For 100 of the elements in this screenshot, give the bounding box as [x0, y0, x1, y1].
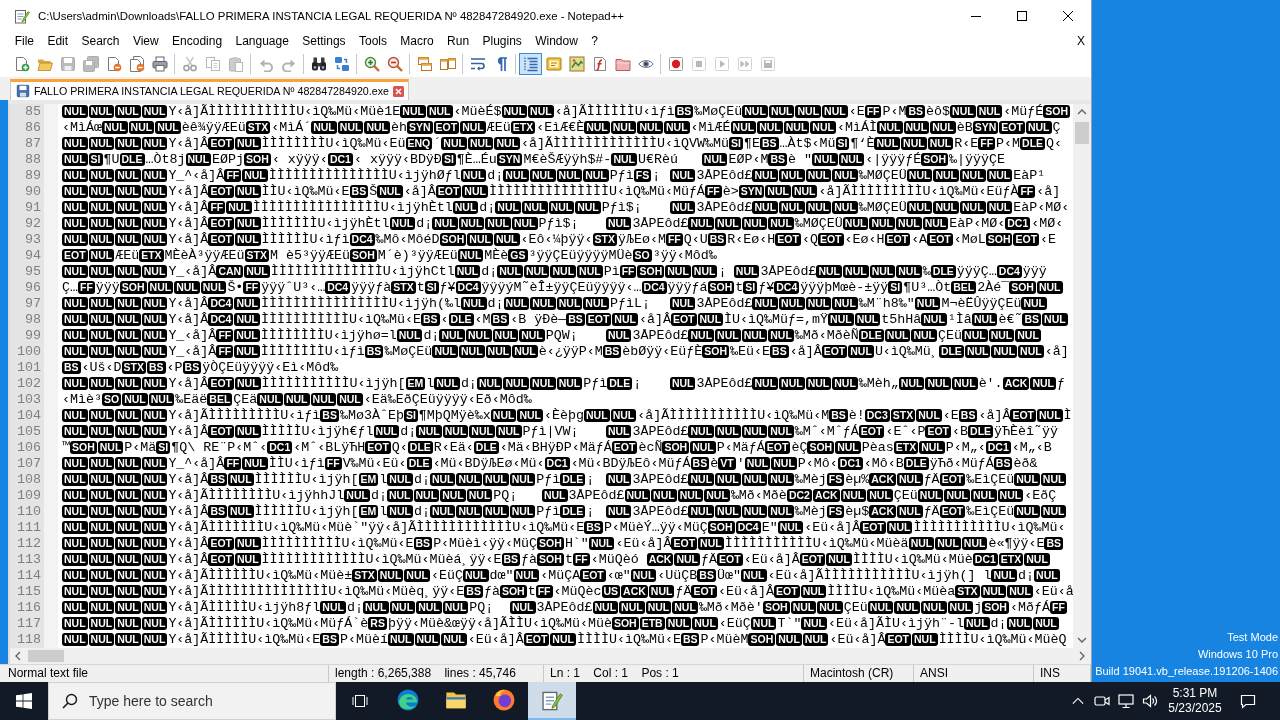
line-number: 118 — [17, 632, 42, 648]
menu-item[interactable]: Encoding — [165, 34, 229, 48]
line-number: 114 — [17, 568, 42, 584]
code-line: NUL NUL NUL NUL Y‹å]Â EOT NUL ÌÌU‹ìQ‰Mü‹E BS Š NUL ‹å]ÂEOT NUL ÌÌÌÌÌÌÌÌÌÌÌÌÌÌÌU‹ìQ‰Mü‹MüƒÁFF è>SYN NUL NUL ‹å]ÃÌÌÌÌÌÌÌÌÌU‹ìQ‰Mü‹EüƒÀ FF ‹å] — [62, 184, 1061, 200]
edition-text: Build 19041.vb_release.191206-1406 — [1095, 664, 1278, 679]
speaker-icon[interactable] — [1142, 693, 1158, 709]
line-number: 110 — [17, 504, 42, 520]
menu-item[interactable]: Edit — [40, 34, 75, 48]
code-line: BS ‹Uš‹D STX BS ‹P BS ÿÒÇEüÿÿÿÿ‹Eì‹Môd‰ — [62, 360, 339, 376]
code-line: NUL NUL NUL NUL Y‹å]Â EOT NUL ÌÌÌÌÌÌÌÌÌÌÌÌÌU‹ìQ‰Mü‹Müèá¸ÿÿ‹E BS ƒàSOH t FF ‹MüQèó ACK NUL ƒÄEOT ‹Eü‹å]ÂEOT NUL ÌÌÌÌU‹ìQ‰Mü‹Müè DC1 ETX NUL — [62, 552, 1051, 568]
line-number: 105 — [17, 424, 42, 440]
menu-item[interactable]: Window — [528, 34, 585, 48]
code-line: NUL NUL NUL NUL Y‹å]ÃÌÌÌÌÌU‹ìQ‰Mü‹E BS P‹MüèíNUL NUL NUL ‹Eü‹å]ÂEOT NUL ÌÌÌÌU‹ìQ‰Mü‹EBS P‹MüèM SOH NUL NUL ‹Eü‹å]Â EOT NUL ÌÌÌÌU‹ìQ‰Mü‹MüèQ — [62, 632, 1067, 648]
line-number: 101 — [17, 360, 42, 376]
menu-item[interactable]: Language — [228, 34, 296, 48]
line-number: 115 — [17, 584, 42, 600]
code-line: NUL NUL NUL NUL Y_‹å]Â FF NUL ÌÌÌÌÌÌÌÌU‹ìƒì BS ‰MøÇEü NUL NUL NUL NUL è‹¿ÿÿP‹M BS èbØÿÿ‹EüƒÈSOH ‰Eü‹EBS ‹å]ÂEOT NUL U‹ìQ‰Mü¸DLE NUL NUL NUL ‹å] — [62, 344, 1069, 360]
search-icon — [62, 693, 78, 709]
code-line: ‹Mìè³ SO NUL NUL ‰Eäë BEL ÇEä NUL NUL NUL NUL ‹Eä‰EðÇEüÿÿÿÿ‹Eð‹Môd‰ — [62, 392, 532, 408]
code-line: NUL NUL NUL NUL Y‹å]Â EOT NUL ÌÌÌÌÌU‹ìjÿh€ƒl NUL d¡NUL NUL NUL NUL Pƒì|VW¡ NUL 3ÅPEôd£NUL NUL NUL NUL ‰Mˆ‹MˆƒÁEOT ‹Eˆ‹P EOT ‹BDLE ÿЋÈèî˜ÿÿ — [62, 424, 1059, 440]
code-line: NUL NUL NUL NUL Y‹å]Â BS NUL ÌÌÌÌÌÌU‹ìjÿh[EM l NUL d¡NUL NUL NUL NUL Pƒì DLE ¡ NUL 3ÅPEôd£NUL NUL NUL NUL ‰Mèj FS èµ$ACK NUL ƒÄEOT ‰EìÇEü NUL NUL — [62, 504, 1068, 520]
close-document-button[interactable]: X — [1073, 34, 1091, 48]
line-number: 100 — [17, 344, 42, 360]
menu-item[interactable]: ? — [584, 34, 605, 48]
code-line: NUL NUL NUL NUL Y‹å]Â FF NUL ÌÌÌÌÌÌÌÌÌÌÌÌÌÌÌÌU‹ìjÿhÈtl NUL d¡NUL NUL NUL NUL Pƒì$¡ NUL 3ÅPEôd£NUL NUL NUL NUL ‰MØÇEÜ NUL NUL NUL NUL EàP‹MØ‹ — [62, 200, 1070, 216]
line-number: 97 — [25, 296, 42, 312]
line-number: 85 — [25, 104, 42, 120]
menu-item[interactable]: Settings — [295, 34, 353, 48]
code-line: NUL NUL NUL NUL Y‹å]Â EOT NUL ÌÌÌÌÌÌU‹ìƒì DC4 ‰Mô‹MôéD SOH NUL NUL ‹Eô‹¼þÿÿ‹STX ÿЉEø‹MFF Q‹U BS R‹Eø‹H EOT ‹QEOT ‹Eø‹H EOT ‹A EOT ‹MøL SOH EOT ‹E — [62, 232, 1057, 248]
line-number: 86 — [25, 120, 42, 136]
line-number: 90 — [25, 184, 42, 200]
notepad-pencil-icon — [541, 689, 563, 711]
scrollbar-thumb[interactable] — [28, 650, 64, 662]
line-number: 109 — [17, 488, 42, 504]
code-line: NUL NUL NUL NUL Y_‹å]Â CAN NUL ÌÌÌÌÌÌÌÌÌÌÌÌÌÌU‹ìjÿhCtl NUL d¡NUL NUL NUL NUL Pì FF SOH NUL NUL ¡ NUL 3ÅPEôd£NUL NUL NUL NUL ‰DLE ÿÿÿÇ…DC4 ÿÿÿ — [62, 264, 1047, 280]
search-field[interactable]: Type here to search — [48, 682, 336, 720]
code-line: NUL NUL NUL NUL Y_‹å]Â FF NUL ÌÌÌÌÌÌÌÌU‹ìjÿhø=l NUL d¡NUL NUL NUL NUL PQW¡ NUL 3ÅPEôd£NUL NUL NUL NUL ‰Mð‹MðèÑ DLE NUL NUL ÇEü NUL NUL NUL — [62, 328, 1042, 344]
code-line: NUL SI ¶U DLE …Òt8j NUL EØPj SOH ‹ xÿÿÿ‹DC1 ‹ xÿÿÿ‹BDÿÐ SI ¶È…Éu SYN M€èŠÆÿÿh$#-NUL U€Rèú NUL EØP‹M BS è "NUL NUL ‹|ÿÿÿƒÉSOH ‰|ÿÿÿÇE — [62, 152, 1005, 168]
vertical-scrollbar[interactable] — [1073, 104, 1091, 648]
window-title: C:\Users\admin\Downloads\FALLO PRIMERA INSTANCIA LEGAL REQUERIDA Nº 482847284920.exe - Notepad++ — [38, 10, 624, 22]
clock-date[interactable]: 5/23/2025 — [1168, 701, 1222, 716]
code-line: NUL NUL NUL NUL Y_^‹å]Â FF NUL ÌÌÌÌÌÌÌÌÌÌÌÌÌÌÌU‹ìjÿhØƒl NUL d¡NUL NUL NUL NUL Pƒì FS ¡ NUL 3ÅPEôd£NUL NUL NUL NUL ‰MØÇEÜ NUL NUL NUL NUL EàP¹ — [62, 168, 1046, 184]
close-icon — [1063, 11, 1073, 21]
menu-item[interactable]: Run — [440, 34, 476, 48]
file-tab[interactable]: FALLO PRIMERA INSTANCIA LEGAL REQUERIDA Nº 482847284920.exe — [10, 79, 409, 100]
minimize-icon — [971, 15, 981, 17]
speech-bubble-icon[interactable] — [1240, 693, 1256, 709]
code-line: NUL NUL NUL NUL Y‹å]ÃÌÌÌÌÌÌÌÌÌÌÌÌÌÌÌU‹ìQ‰Mü‹Müèq¸ÿÿ‹E BS ƒàSOH t FF ‹MüQèc US ACK NUL ƒÄ EOT ‹Eü‹å]ÂEOT NUL ÌÌÌÌU‹ìQ‰Mü‹MüèaSTX NUL NUL ‹Eü‹å — [62, 584, 1074, 600]
maximize-icon — [1017, 11, 1027, 21]
line-number: 95 — [25, 264, 42, 280]
line-number: 98 — [25, 312, 42, 328]
line-number: 106 — [17, 440, 42, 456]
line-number: 96 — [25, 280, 42, 296]
code-line: ‹MìÁœNUL NUL NUL èê¾ÿÿÆEü STX ‹MìÁ´NUL NUL NUL èh SYN EOT NUL ÆEü ETX ‹EìÆ€È NUL NUL NUL NUL ‹MìÆÉ NUL NUL NUL NUL ‹MìÁÌ NUL NUL NUL èBSYN EOT NUL Ç — [62, 120, 1061, 136]
framed-rectangle-icon — [352, 693, 368, 709]
chevron-up-icon[interactable] — [1072, 695, 1084, 707]
code-line: NUL NUL NUL NUL Y‹å]Â EOT NUL ÌÌÌÌÌÌÌU‹ìjÿhÈtl NUL d¡NUL NUL NUL NUL Pƒì$¡ NUL 3ÅPEôd£NUL NUL NUL NUL ‰MØÇEÜ NUL NUL NUL NUL EàP‹MØ‹DC1 ‹MØ‹ — [62, 216, 1064, 232]
menu-item[interactable]: Macro — [393, 34, 441, 48]
windows-logo-icon — [16, 693, 32, 709]
line-number: 107 — [17, 456, 42, 472]
line-number: 89 — [25, 168, 42, 184]
line-number: 103 — [17, 392, 42, 408]
swirl-icon — [397, 689, 419, 711]
menu-item[interactable]: File — [8, 34, 41, 48]
folder-icon — [445, 689, 467, 711]
code-line: NUL NUL NUL NUL Y‹å]Â DC4 NUL ÌÌÌÌÌÌÌÌÌÌÌÌÌÌÌÌU‹ìjÿh(‰lNUL d¡NUL NUL NUL NUL PƒìL¡ NUL 3ÅPEôd£NUL NUL NUL NUL ‰M¨h8‰″NUL M¬èËÛÿÿÇEü NUL — [62, 296, 1048, 312]
code-line: NUL NUL NUL NUL Y_^‹å]Â FF NUL ÌÌU‹ìƒì FF V‰Mü‹Eü‹DLE ‹Mü‹BDÿЉEø‹Mü‹DC1 ‹Mü‹BDÿЉEô‹MüƒÁBS èVT 'NUL NUL P‹Mô‹DC1 ‹Mô‹BDLE ÿЋð‹MüƒÁBS èð& — [62, 456, 1038, 472]
line-number: 102 — [17, 376, 42, 392]
line-number: 111 — [17, 520, 42, 536]
clock-time[interactable]: 5:31 PM — [1172, 686, 1218, 701]
menu-item[interactable]: Tools — [352, 34, 394, 48]
line-number: 116 — [17, 600, 42, 616]
code-line: EOT NUL ÆEü ETX MÈèÀ³ÿÿÆEü STX M è5³ÿÿÆEü SOH M´è)³ÿÿÆEü NUL MÈèGS ³ÿÿÇEüÿÿÿÿMÜè SO ³ÿÿ‹Môd‰ — [62, 248, 717, 264]
menu-item[interactable]: Plugins — [475, 34, 529, 48]
line-number: 88 — [25, 152, 42, 168]
menu-item[interactable]: View — [126, 34, 166, 48]
line-number: 112 — [17, 536, 42, 552]
code-line: NUL NUL NUL NUL Y‹å]ÃÌÌÌÌÌÌÌU‹ìQ‰Mü‹Müè`″ÿÿ‹å]ÃÌÌÌÌÌÌÌÌÌÌÌÌU‹ìQ‰Mü‹E BS P‹MüèÝ…ÿÿ‹MüÇ SOH DC4 E″NUL ‹Eü‹å]Â EOT NUL ÌÌÌÌÌÌÌÌÌÌÌU‹ìQ‰Mü‹ — [62, 520, 1066, 536]
close-icon[interactable] — [393, 85, 404, 97]
code-line: NUL NUL NUL NUL Y‹å]ÃÌÌÌÌÌU‹ìjÿh8ƒl NUL d¡NUL NUL NUL NUL PQ¡ NUL 3ÅPEôd£NUL NUL NUL NUL ‰Mð‹Mðè'SOH NUL NUL ÇEü NUL NUL NUL NUL j SOH ‹MðƒÁFF — [62, 600, 1068, 616]
code-line: NUL NUL NUL NUL Y‹å]Â BS NUL ÌÌÌÌÌÌU‹ìjÿh[EM l NUL d¡NUL NUL NUL NUL Pƒì DLE ¡ NUL 3ÅPEôd£NUL NUL NUL NUL ‰Mèj FS èµ%ACK NUL ƒÄEOT ‰EìÇEü NUL NUL — [62, 472, 1068, 488]
line-number: 104 — [17, 408, 42, 424]
line-number: 117 — [17, 616, 42, 632]
line-number: 94 — [25, 248, 42, 264]
scrollbar-thumb[interactable] — [1075, 122, 1089, 144]
notepad-pencil-icon — [14, 8, 30, 24]
horizontal-scrollbar[interactable] — [10, 648, 1091, 664]
edition-text: Test Mode — [1227, 630, 1278, 645]
line-number: 113 — [17, 552, 42, 568]
line-number: 93 — [25, 232, 42, 248]
edition-text: Windows 10 Pro — [1197, 647, 1278, 662]
monitor-icon[interactable] — [1118, 693, 1134, 709]
line-number: 91 — [25, 200, 42, 216]
code-line: NUL NUL NUL NUL Y‹å]ÃÌÌÌÌÌÌÌÌU‹ìjÿhhJl NUL d¡NUL NUL NUL NUL PQ¡ NUL 3ÅPEôd£NUL NUL NUL NUL ‰Mð‹Mðè DC2 ACK NUL NUL ÇEü NUL NUL NUL NUL ‹EðÇ — [62, 488, 1057, 504]
code-line: NUL NUL NUL NUL Y‹å]ÃÌÌÌÌÌÌÌÌÌU‹ìƒì BS ‰Mø3ÀˆEþ SI ¶MþQMÿè‰x NUL NUL ‹Èèþg NUL NUL ‹å]ÃÌÌÌÌÌÌÌÌÌÌÌU‹ìQ‰Mü‹M BS è!DC3 STX NUL ‹E BS ‹å]Â EOT NUL Ì — [62, 408, 1072, 424]
camera-icon[interactable] — [1094, 693, 1110, 709]
code-line: NUL NUL NUL NUL Y‹å]ÃÌÌÌÌÌÌU‹ìQ‰Mü‹MüƒÁ`è RS þÿÿ‹Müè&œÿÿ‹å]ÃÌÌU‹ìQ‰Mü‹Müè SOH ETB NUL NUL ‹EüÇ NUL T`″NUL ‹Eü‹å]ÃÌU‹ìjÿh¨-lNUL d¡NUL NUL — [62, 616, 1060, 632]
menu-item[interactable]: Search — [74, 34, 127, 48]
code-line: NUL NUL NUL NUL Y‹å]Â EOT NUL ÌÌÌÌÌÌÌÌÌÌU‹ìQ‰Mü‹E BS P‹Müèì‹ÿÿ‹MüÇ SOH H`″NUL ‹Eü‹å]Â EOT NUL ÌÌÌÌÌÌÌÌÌÌÌU‹ìQ‰Mü‹Müèä NUL NUL NUL è«¶ÿÿ‹E BS — [62, 536, 1064, 552]
line-number: 108 — [17, 472, 42, 488]
